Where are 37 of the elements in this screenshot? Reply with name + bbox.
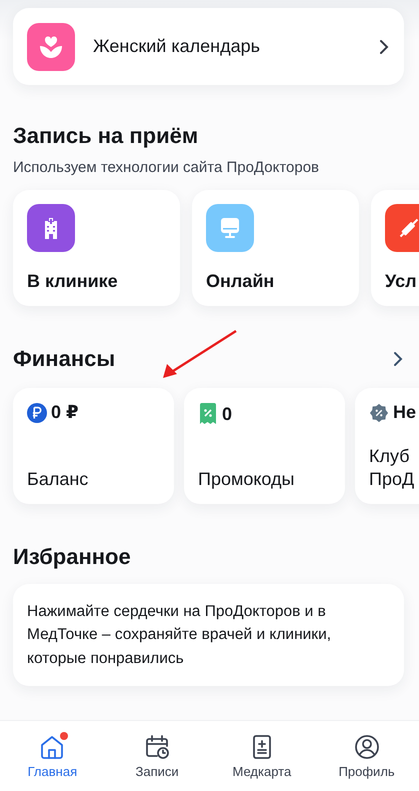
- syringe-icon: [385, 204, 419, 252]
- home-icon: [39, 734, 66, 760]
- tab-bar-item[interactable]: Профиль: [314, 721, 419, 791]
- option-label: В клинике: [27, 271, 118, 292]
- women-calendar-card[interactable]: Женский календарь: [13, 8, 404, 85]
- finance-card[interactable]: 0 Промокоды: [184, 388, 345, 504]
- appointment-option-card[interactable]: Онлайн: [192, 190, 359, 306]
- option-label: Усл: [385, 271, 417, 292]
- profile-icon: [354, 734, 380, 760]
- section-heading: Запись на приём: [13, 123, 198, 149]
- hospital-icon: [27, 204, 75, 252]
- finance-value: 0: [222, 404, 232, 424]
- ruble-icon: [27, 402, 47, 422]
- finance-label: Баланс: [27, 468, 88, 490]
- favorites-hint: Нажимайте сердечки на ПроДокторов и в МедТочке – сохраняйте врачей и клиники, которые понравились: [27, 602, 332, 668]
- finance-value: Не: [393, 402, 416, 423]
- section-heading: Финансы: [13, 346, 116, 372]
- discount-badge-icon: [369, 402, 389, 422]
- calendar-clock-icon: [144, 734, 170, 760]
- finance-label: Промокоды: [198, 468, 294, 490]
- section-subtitle: Используем технологии сайта ПроДокторов: [13, 159, 320, 176]
- finance-card[interactable]: Не Клуб ПроД: [355, 388, 419, 504]
- section-heading: Избранное: [13, 544, 131, 570]
- chevron-right-icon[interactable]: [392, 350, 404, 368]
- coupon-icon: [198, 402, 218, 426]
- tab-bar-item[interactable]: Записи: [104, 721, 210, 791]
- finance-card[interactable]: 0 ₽ Баланс: [13, 388, 174, 504]
- tab-bar-item[interactable]: Главная: [0, 721, 105, 791]
- option-label: Онлайн: [206, 271, 274, 292]
- appointment-option-card[interactable]: Усл: [371, 190, 419, 306]
- finance-value: 0 ₽: [51, 402, 79, 423]
- appointment-option-card[interactable]: В клинике: [13, 190, 180, 306]
- finance-label: Клуб ПроД: [369, 445, 414, 490]
- chevron-right-icon[interactable]: [378, 38, 390, 56]
- card-title: Женский календарь: [93, 36, 261, 57]
- tab-bar-item[interactable]: Медкарта: [210, 721, 314, 791]
- monitor-icon: [206, 204, 254, 252]
